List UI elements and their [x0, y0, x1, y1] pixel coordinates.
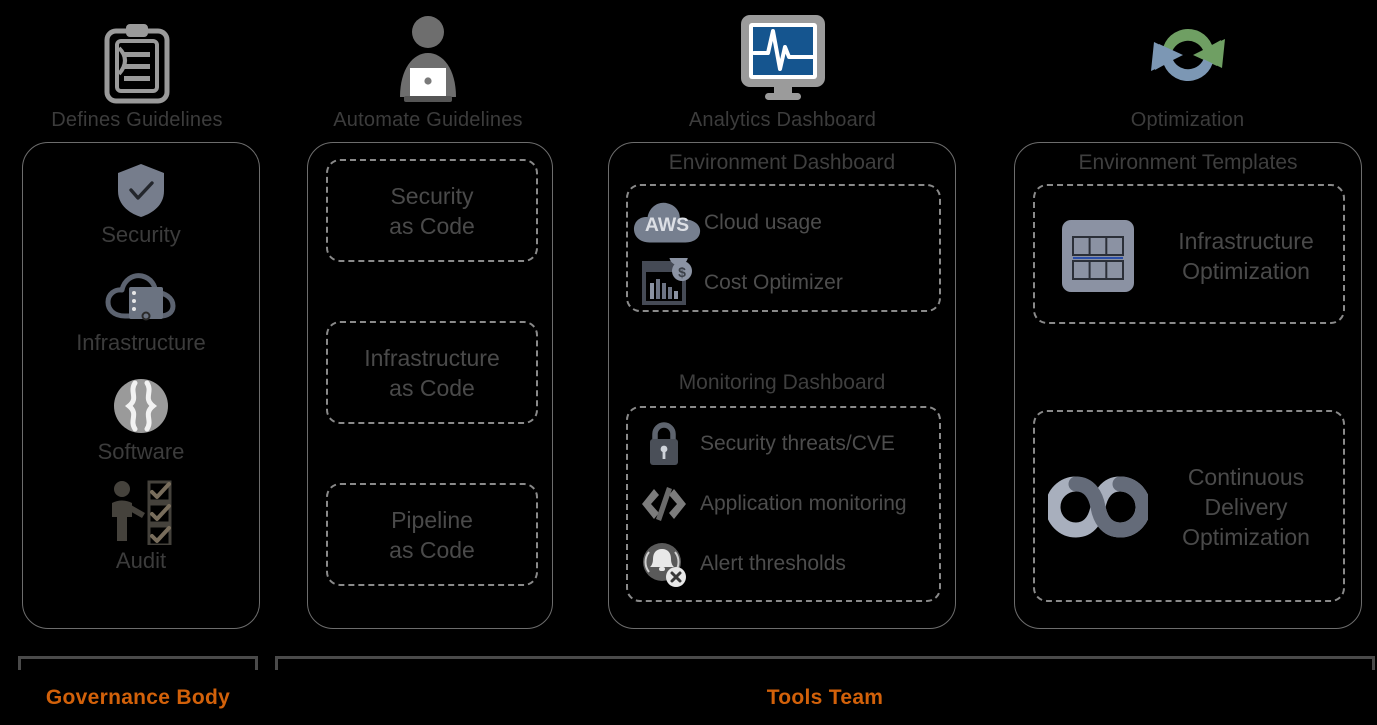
mon-row-security-threats[interactable]: Security threats/CVE	[628, 418, 940, 470]
refresh-cycle-icon	[1010, 0, 1365, 105]
template-box-infrastructure-optimization[interactable]: Infrastructure Optimization	[1033, 184, 1345, 324]
alert-bell-icon	[628, 540, 700, 588]
mon-row-label: Security threats/CVE	[700, 432, 895, 455]
person-laptop-icon	[303, 0, 553, 105]
infinity-devops-icon	[1043, 476, 1153, 538]
env-row-label: Cost Optimizer	[704, 271, 843, 294]
template-line-2: Optimization	[1182, 258, 1310, 284]
automate-card: Security as Code Infrastructure as Code …	[307, 142, 553, 629]
template-line-3: Optimization	[1182, 524, 1310, 550]
bracket-line	[18, 656, 258, 659]
governance-item-software[interactable]: Software	[23, 374, 259, 465]
governance-card: Security Infrastructure Software Audit	[22, 142, 260, 629]
template-line-1: Infrastructure	[1178, 228, 1314, 254]
code-brackets-icon	[628, 485, 700, 523]
governance-bracket	[18, 656, 258, 674]
governance-item-label: Software	[97, 439, 185, 464]
mon-row-label: Alert thresholds	[700, 552, 846, 575]
box-line-2: as Code	[389, 212, 475, 239]
automate-box-infrastructure-as-code[interactable]: Infrastructure as Code	[326, 321, 538, 424]
governance-item-security[interactable]: Security	[23, 157, 259, 248]
server-grid-icon	[1043, 217, 1153, 295]
environment-dashboard-title: Environment Dashboard	[668, 151, 896, 174]
column-header-automate: Automate Guidelines	[303, 0, 553, 133]
column-header-optimization: Optimization	[1010, 0, 1365, 133]
template-label: Infrastructure Optimization	[1153, 226, 1339, 286]
governance-item-label: Infrastructure	[76, 330, 206, 355]
column-automate: Automate Guidelines Security as Code Inf…	[303, 0, 553, 629]
governance-item-audit[interactable]: Audit	[23, 480, 259, 574]
box-line-2: as Code	[389, 536, 475, 563]
column-header-label: Defines Guidelines	[51, 109, 223, 131]
column-header-label: Optimization	[1130, 109, 1245, 131]
template-line-1: Continuous	[1187, 464, 1305, 490]
box-line-1: Infrastructure	[364, 344, 500, 371]
person-checklist-icon	[23, 480, 259, 545]
monitoring-dashboard-title: Monitoring Dashboard	[678, 371, 886, 394]
governance-item-infrastructure[interactable]: Infrastructure	[23, 265, 259, 356]
bracket-tick-right	[255, 656, 258, 670]
template-row: Continuous Delivery Optimization	[1043, 442, 1339, 572]
box-line-1: Pipeline	[391, 506, 473, 533]
template-row: Infrastructure Optimization	[1043, 208, 1339, 304]
column-header-label: Analytics Dashboard	[688, 109, 877, 131]
mon-row-label: Application monitoring	[700, 492, 907, 515]
env-row-cloud-usage[interactable]: AWS Cloud usage	[632, 194, 932, 252]
env-row-cost-optimizer[interactable]: $ Cost Optimizer	[632, 256, 932, 310]
column-analytics: Analytics Dashboard Environment Dashboar…	[605, 0, 960, 629]
tools-team-bracket	[275, 656, 1375, 674]
monitor-pulse-icon	[605, 0, 960, 105]
column-header-label: Automate Guidelines	[333, 109, 523, 131]
governance-body-label: Governance Body	[45, 686, 231, 709]
box-line-1: Security	[390, 182, 474, 209]
cloud-server-icon	[23, 265, 259, 327]
template-label: Continuous Delivery Optimization	[1153, 462, 1339, 552]
template-box-continuous-delivery-optimization[interactable]: Continuous Delivery Optimization	[1033, 410, 1345, 602]
bracket-tick-right	[1372, 656, 1375, 670]
column-optimization: Optimization Environment Templates Infra…	[1010, 0, 1365, 629]
template-line-2: Delivery	[1204, 494, 1288, 520]
env-row-label: Cloud usage	[704, 211, 822, 234]
svg-text:$: $	[678, 264, 686, 280]
tools-team-label: Tools Team	[766, 686, 884, 709]
analytics-card: Environment Dashboard AWS Cloud usage $ …	[608, 142, 956, 629]
bracket-tick-left	[275, 656, 278, 670]
bracket-line	[275, 656, 1375, 659]
shield-check-icon	[23, 157, 259, 219]
code-braces-circle-icon	[23, 374, 259, 436]
monitoring-dashboard-box: Security threats/CVE Application monitor…	[626, 406, 941, 602]
lock-icon	[628, 420, 700, 468]
mon-row-application-monitoring[interactable]: Application monitoring	[628, 478, 940, 530]
automate-box-pipeline-as-code[interactable]: Pipeline as Code	[326, 483, 538, 586]
column-governance: Defines Guidelines Security Infrastructu…	[12, 0, 262, 629]
environment-templates-title: Environment Templates	[1078, 151, 1298, 174]
cost-chart-icon: $	[632, 258, 704, 308]
governance-item-label: Audit	[115, 548, 167, 573]
column-header-analytics: Analytics Dashboard	[605, 0, 960, 133]
automate-box-security-as-code[interactable]: Security as Code	[326, 159, 538, 262]
mon-row-alert-thresholds[interactable]: Alert thresholds	[628, 538, 940, 590]
governance-item-label: Security	[101, 222, 181, 247]
environment-dashboard-box: AWS Cloud usage $ Cost Optimizer	[626, 184, 941, 312]
column-header-governance: Defines Guidelines	[12, 0, 262, 133]
svg-text:AWS: AWS	[645, 214, 689, 236]
aws-cloud-icon: AWS	[632, 199, 704, 247]
bracket-tick-left	[18, 656, 21, 670]
box-line-2: as Code	[389, 374, 475, 401]
optimization-card: Environment Templates Infrastructure Opt…	[1014, 142, 1362, 629]
clipboard-icon	[12, 0, 262, 105]
